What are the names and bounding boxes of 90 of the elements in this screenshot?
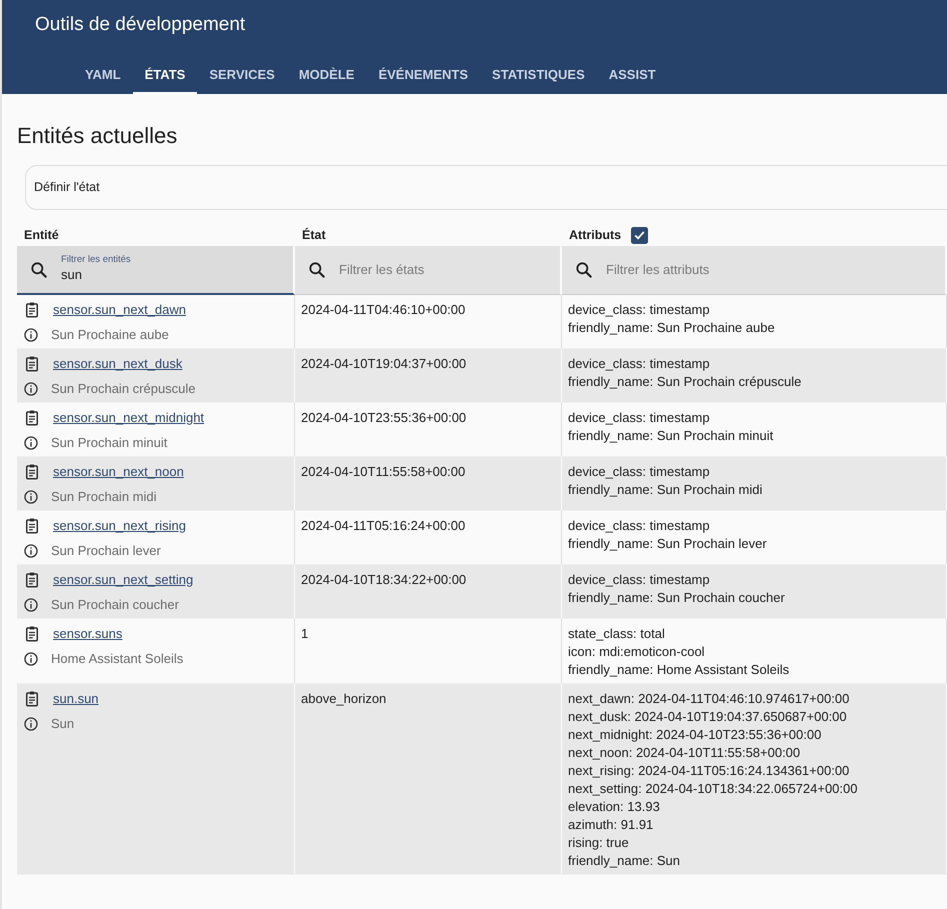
column-header: Entité — [24, 226, 59, 244]
filter-field[interactable]: Filtrer les états — [295, 246, 562, 295]
attribute-line: friendly_name: Sun Prochain lever — [568, 535, 768, 553]
column-header: Attributs — [569, 226, 622, 244]
attribute-line: device_class: timestamp — [568, 463, 711, 481]
attribute-line: friendly_name: Sun Prochain coucher — [568, 589, 786, 607]
entity-link[interactable]: sensor.sun_next_dusk — [53, 355, 182, 373]
attribute-line: next_setting: 2024-04-10T18:34:22.065724+00:00 — [568, 780, 858, 798]
checkbox[interactable] — [631, 226, 648, 244]
state-value: 2024-04-11T05:16:24+00:00 — [301, 518, 466, 533]
panel-title: Définir l'état — [34, 179, 100, 196]
clipboard-icon — [23, 690, 41, 708]
attribute-line: next_dusk: 2024-04-10T19:04:37.650687+00:00 — [568, 708, 848, 726]
search-icon — [29, 260, 49, 280]
search-field[interactable]: Filtrer les états — [339, 260, 548, 280]
field-label: Filtrer les entités — [61, 254, 132, 266]
info-icon — [23, 597, 39, 613]
clipboard-icon — [23, 463, 41, 481]
info-icon — [23, 435, 39, 451]
tab[interactable]: STATISTIQUES — [480, 58, 597, 94]
attribute-line: icon: mdi:emoticon-cool — [568, 643, 706, 661]
entity-link[interactable]: sensor.sun_next_rising — [53, 517, 186, 535]
entity-link[interactable]: sensor.sun_next_noon — [53, 463, 184, 481]
attribute-line: azimuth: 91.91 — [568, 816, 654, 834]
attribute-line: next_midnight: 2024-04-10T23:55:36+00:00 — [568, 726, 822, 744]
entity-name: Sun Prochain crépuscule — [51, 380, 196, 398]
search-field[interactable]: Filtrer les attributs — [606, 260, 933, 280]
column-header: État — [302, 226, 326, 244]
attribute-line: friendly_name: Sun Prochain midi — [568, 481, 764, 499]
attribute-line: friendly_name: Sun Prochain minuit — [568, 427, 774, 445]
entity-name: Home Assistant Soleils — [51, 650, 184, 668]
tab[interactable]: SERVICES — [197, 58, 287, 94]
filter-field[interactable]: Filtrer les attributs — [562, 246, 947, 295]
info-icon — [23, 327, 39, 343]
entity-name: Sun Prochain minuit — [51, 434, 168, 452]
clipboard-icon — [23, 571, 41, 589]
attribute-line: friendly_name: Sun Prochaine aube — [568, 319, 776, 337]
attribute-line: next_noon: 2024-04-10T11:55:58+00:00 — [568, 744, 802, 762]
filter-field[interactable]: Filtrer les entités sun — [17, 246, 295, 295]
tab[interactable]: ÉTATS — [132, 58, 198, 94]
attribute-line: device_class: timestamp — [568, 571, 711, 589]
entity-link[interactable]: sensor.sun_next_setting — [53, 571, 194, 589]
entity-name: Sun — [51, 715, 74, 733]
state-value: 2024-04-10T23:55:36+00:00 — [301, 410, 466, 425]
clipboard-icon — [23, 517, 41, 535]
attribute-line: state_class: total — [568, 625, 666, 643]
entity-name: Sun Prochaine aube — [51, 326, 169, 344]
tab[interactable]: YAML — [73, 58, 133, 94]
clipboard-icon — [23, 355, 41, 373]
attribute-line: friendly_name: Home Assistant Soleils — [568, 661, 790, 679]
search-icon — [574, 260, 594, 280]
attribute-line: rising: true — [568, 834, 630, 852]
search-field[interactable]: sun — [61, 265, 281, 285]
entity-link[interactable]: sun.sun — [53, 690, 99, 708]
attribute-line: elevation: 13.93 — [568, 798, 661, 816]
info-icon — [23, 381, 39, 397]
tab[interactable]: ÉVÉNEMENTS — [366, 58, 480, 94]
entity-name: Sun Prochain midi — [51, 488, 156, 506]
info-icon — [23, 651, 39, 667]
state-value: above_horizon — [301, 691, 386, 706]
tab[interactable]: ASSIST — [596, 58, 668, 94]
state-value: 2024-04-10T19:04:37+00:00 — [301, 356, 466, 371]
entity-name: Sun Prochain lever — [51, 542, 161, 560]
state-value: 2024-04-10T11:55:58+00:00 — [301, 464, 466, 479]
state-value: 2024-04-11T04:46:10+00:00 — [301, 302, 466, 317]
page-heading: Entités actuelles — [17, 123, 178, 149]
attribute-line: device_class: timestamp — [568, 355, 711, 373]
info-icon — [23, 716, 39, 732]
clipboard-icon — [23, 625, 41, 643]
entity-name: Sun Prochain coucher — [51, 596, 179, 614]
attribute-line: device_class: timestamp — [568, 517, 711, 535]
clipboard-icon — [23, 409, 41, 427]
set-state-panel[interactable]: Définir l'état — [25, 165, 947, 210]
entity-link[interactable]: sensor.sun_next_dawn — [53, 301, 186, 319]
attribute-line: next_rising: 2024-04-11T05:16:24.134361+00:00 — [568, 762, 850, 780]
entity-link[interactable]: sensor.sun_next_midnight — [53, 409, 204, 427]
attribute-line: friendly_name: Sun — [568, 852, 682, 870]
tab[interactable]: MODÈLE — [286, 58, 366, 94]
attribute-line: friendly_name: Sun Prochain crépuscule — [568, 373, 802, 391]
attribute-line: device_class: timestamp — [568, 301, 711, 319]
attribute-line: device_class: timestamp — [568, 409, 711, 427]
clipboard-icon — [23, 301, 41, 319]
info-icon — [23, 543, 39, 559]
state-value: 1 — [301, 626, 308, 641]
info-icon — [23, 489, 39, 505]
entity-link[interactable]: sensor.suns — [53, 625, 122, 643]
search-icon — [307, 260, 327, 280]
state-value: 2024-04-10T18:34:22+00:00 — [301, 572, 466, 587]
app-title: Outils de développement — [35, 13, 246, 37]
attribute-line: next_dawn: 2024-04-11T04:46:10.974617+00:00 — [568, 690, 850, 708]
